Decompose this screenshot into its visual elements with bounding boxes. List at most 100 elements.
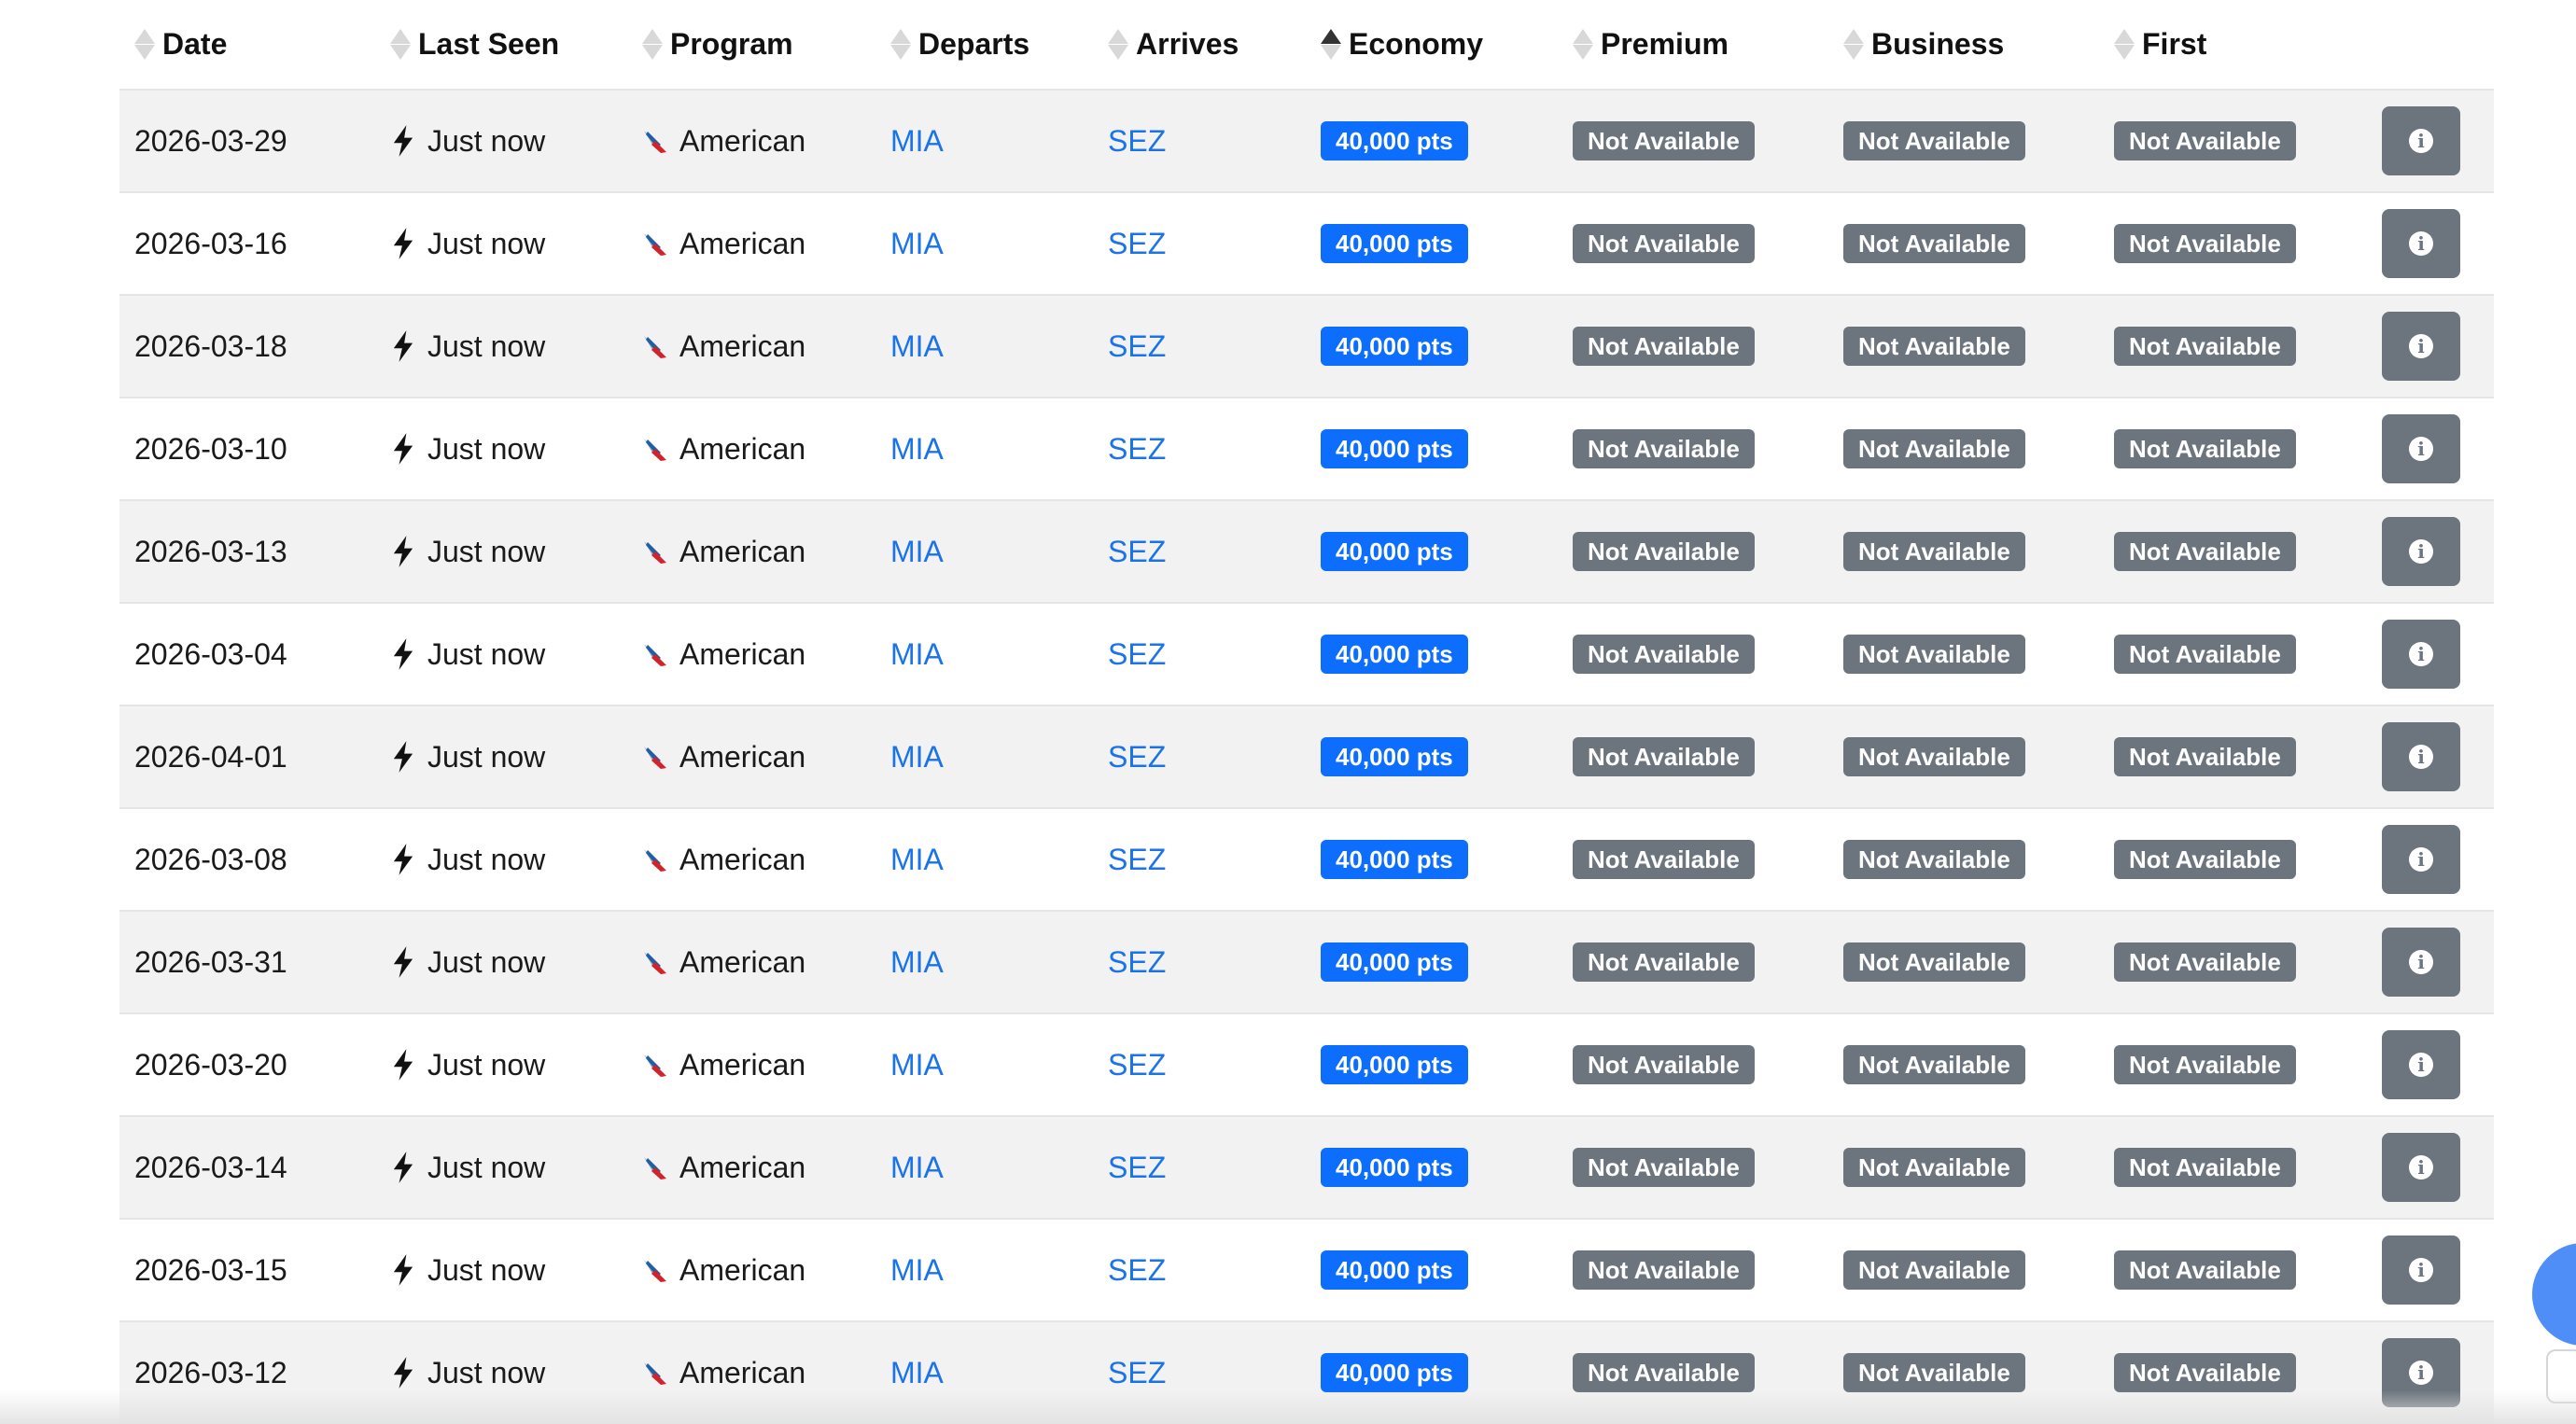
- economy-points-badge[interactable]: 40,000 pts: [1321, 532, 1468, 571]
- departs-airport-link[interactable]: MIA: [890, 945, 944, 980]
- arrives-airport-link[interactable]: SEZ: [1108, 535, 1166, 569]
- details-button[interactable]: i: [2382, 928, 2460, 997]
- business-status-badge: Not Available: [1843, 327, 2025, 366]
- economy-points-badge[interactable]: 40,000 pts: [1321, 942, 1468, 982]
- departs-airport-link[interactable]: MIA: [890, 740, 944, 775]
- column-header-first[interactable]: First: [2099, 0, 2369, 91]
- details-button[interactable]: i: [2382, 1133, 2460, 1202]
- departs-airport-link[interactable]: MIA: [890, 329, 944, 364]
- arrives-cell: SEZ: [1093, 398, 1306, 500]
- last-seen-text: Just now: [427, 1047, 546, 1082]
- economy-points-badge[interactable]: 40,000 pts: [1321, 327, 1468, 366]
- details-button[interactable]: i: [2382, 517, 2460, 586]
- departs-airport-link[interactable]: MIA: [890, 1048, 944, 1082]
- departs-airport-link[interactable]: MIA: [890, 637, 944, 672]
- arrives-cell: SEZ: [1093, 500, 1306, 603]
- details-button[interactable]: i: [2382, 414, 2460, 483]
- arrives-cell: SEZ: [1093, 1116, 1306, 1219]
- column-header-date[interactable]: Date: [119, 0, 375, 91]
- details-button[interactable]: i: [2382, 209, 2460, 278]
- column-header-label: Arrives: [1136, 27, 1239, 61]
- economy-cell: 40,000 pts: [1306, 398, 1558, 500]
- arrives-airport-link[interactable]: SEZ: [1108, 329, 1166, 364]
- arrives-cell: SEZ: [1093, 603, 1306, 705]
- column-header-program[interactable]: Program: [627, 0, 875, 91]
- column-header-premium[interactable]: Premium: [1558, 0, 1828, 91]
- departs-airport-link[interactable]: MIA: [890, 1151, 944, 1185]
- business-cell: Not Available: [1828, 192, 2099, 295]
- arrives-airport-link[interactable]: SEZ: [1108, 740, 1166, 775]
- date-cell: 2026-04-01: [119, 705, 375, 808]
- business-status-badge: Not Available: [1843, 1353, 2025, 1392]
- economy-points-badge[interactable]: 40,000 pts: [1321, 1250, 1468, 1290]
- arrives-airport-link[interactable]: SEZ: [1108, 432, 1166, 467]
- sort-arrows-icon: [134, 29, 155, 60]
- departs-airport-link[interactable]: MIA: [890, 1356, 944, 1390]
- economy-points-badge[interactable]: 40,000 pts: [1321, 224, 1468, 263]
- lightning-bolt-icon: [393, 1254, 413, 1286]
- arrives-airport-link[interactable]: SEZ: [1108, 1048, 1166, 1082]
- premium-cell: Not Available: [1558, 192, 1828, 295]
- departs-airport-link[interactable]: MIA: [890, 1253, 944, 1288]
- program-text: American: [679, 739, 806, 774]
- first-cell: Not Available: [2099, 1219, 2369, 1321]
- economy-points-badge[interactable]: 40,000 pts: [1321, 1353, 1468, 1392]
- details-button[interactable]: i: [2382, 620, 2460, 689]
- sort-arrows-icon: [2114, 29, 2135, 60]
- economy-points-badge[interactable]: 40,000 pts: [1321, 635, 1468, 674]
- details-button[interactable]: i: [2382, 1338, 2460, 1407]
- departs-airport-link[interactable]: MIA: [890, 432, 944, 467]
- date-cell: 2026-03-29: [119, 90, 375, 192]
- table-body: 2026-03-29 Just now American MIA SEZ 40,…: [119, 90, 2494, 1424]
- economy-points-badge[interactable]: 40,000 pts: [1321, 429, 1468, 468]
- column-header-last-seen[interactable]: Last Seen: [375, 0, 627, 91]
- last-seen-text: Just now: [427, 1252, 546, 1287]
- last-seen-cell: Just now: [375, 1219, 627, 1321]
- business-status-badge: Not Available: [1843, 1250, 2025, 1290]
- details-button[interactable]: i: [2382, 1236, 2460, 1305]
- column-header-business[interactable]: Business: [1828, 0, 2099, 91]
- departs-airport-link[interactable]: MIA: [890, 124, 944, 159]
- table-row: 2026-03-15 Just now American MIA SEZ 40,…: [119, 1219, 2494, 1321]
- details-button[interactable]: i: [2382, 825, 2460, 894]
- details-button[interactable]: i: [2382, 312, 2460, 381]
- chat-widget-button[interactable]: [2532, 1243, 2576, 1346]
- departs-airport-link[interactable]: MIA: [890, 843, 944, 877]
- premium-cell: Not Available: [1558, 295, 1828, 398]
- arrives-airport-link[interactable]: SEZ: [1108, 124, 1166, 159]
- info-icon: i: [2409, 1053, 2433, 1077]
- sort-arrows-icon: [390, 29, 411, 60]
- column-header-arrives[interactable]: Arrives: [1093, 0, 1306, 91]
- premium-cell: Not Available: [1558, 1013, 1828, 1116]
- date-text: 2026-03-12: [134, 1355, 287, 1389]
- arrives-airport-link[interactable]: SEZ: [1108, 227, 1166, 261]
- chat-widget-tab[interactable]: [2546, 1349, 2576, 1403]
- economy-points-badge[interactable]: 40,000 pts: [1321, 737, 1468, 776]
- column-header-economy[interactable]: Economy: [1306, 0, 1558, 91]
- arrives-airport-link[interactable]: SEZ: [1108, 945, 1166, 980]
- departs-airport-link[interactable]: MIA: [890, 227, 944, 261]
- column-header-departs[interactable]: Departs: [875, 0, 1093, 91]
- details-button[interactable]: i: [2382, 1030, 2460, 1099]
- arrives-airport-link[interactable]: SEZ: [1108, 843, 1166, 877]
- date-cell: 2026-03-20: [119, 1013, 375, 1116]
- arrives-airport-link[interactable]: SEZ: [1108, 1253, 1166, 1288]
- economy-points-badge[interactable]: 40,000 pts: [1321, 840, 1468, 879]
- economy-points-badge[interactable]: 40,000 pts: [1321, 121, 1468, 161]
- arrives-airport-link[interactable]: SEZ: [1108, 637, 1166, 672]
- info-icon: i: [2409, 1258, 2433, 1282]
- first-cell: Not Available: [2099, 911, 2369, 1013]
- economy-points-badge[interactable]: 40,000 pts: [1321, 1045, 1468, 1084]
- first-cell: Not Available: [2099, 1321, 2369, 1424]
- economy-points-badge[interactable]: 40,000 pts: [1321, 1148, 1468, 1187]
- details-button[interactable]: i: [2382, 722, 2460, 791]
- details-button[interactable]: i: [2382, 106, 2460, 175]
- arrives-cell: SEZ: [1093, 911, 1306, 1013]
- lightning-bolt-icon: [393, 125, 413, 157]
- premium-status-badge: Not Available: [1573, 532, 1755, 571]
- first-status-badge: Not Available: [2114, 840, 2296, 879]
- departs-airport-link[interactable]: MIA: [890, 535, 944, 569]
- arrives-airport-link[interactable]: SEZ: [1108, 1151, 1166, 1185]
- arrives-airport-link[interactable]: SEZ: [1108, 1356, 1166, 1390]
- departs-cell: MIA: [875, 1219, 1093, 1321]
